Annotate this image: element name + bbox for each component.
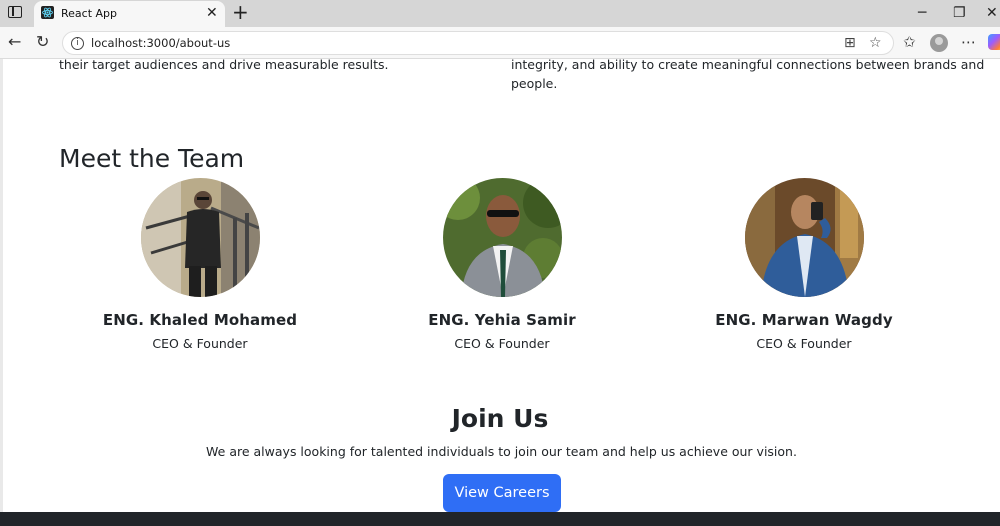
close-window-icon[interactable]: ✕ xyxy=(986,3,998,23)
close-tab-icon[interactable]: ✕ xyxy=(206,4,218,22)
copilot-icon[interactable] xyxy=(988,34,1000,50)
tab-actions-icon[interactable] xyxy=(8,6,22,18)
tab-title: React App xyxy=(61,7,118,20)
back-icon[interactable]: ← xyxy=(8,32,21,52)
about-us-page: their target audiences and drive measura… xyxy=(0,59,1000,526)
join-heading: Join Us xyxy=(451,404,549,433)
team-member-card: ENG. Yehia Samir CEO & Founder xyxy=(352,178,652,351)
minimize-icon[interactable]: ─ xyxy=(918,3,926,23)
member-role: CEO & Founder xyxy=(454,336,550,351)
more-icon[interactable]: ⋯ xyxy=(961,32,976,52)
url-text[interactable]: localhost:3000/about-us xyxy=(91,36,230,50)
team-member-card: ENG. Marwan Wagdy CEO & Founder xyxy=(654,178,954,351)
avatar xyxy=(442,178,562,297)
team-heading: Meet the Team xyxy=(59,144,245,173)
team-member-card: ENG. Khaled Mohamed CEO & Founder xyxy=(50,178,350,351)
address-bar[interactable]: i localhost:3000/about-us ⊞ ☆ xyxy=(62,31,894,55)
member-role: CEO & Founder xyxy=(152,336,248,351)
member-role: CEO & Founder xyxy=(756,336,852,351)
footer xyxy=(0,512,1000,526)
intro-paragraph-left: their target audiences and drive measura… xyxy=(59,59,389,72)
intro-paragraph-right-line1: integrity, and ability to create meaning… xyxy=(511,59,985,72)
new-tab-button[interactable]: + xyxy=(232,1,249,23)
intro-paragraph-right-line2: people. xyxy=(511,76,558,91)
favorites-icon[interactable]: ✩ xyxy=(903,32,916,52)
address-toolbar: ← ↻ i localhost:3000/about-us ⊞ ☆ xyxy=(0,27,1000,59)
info-icon[interactable]: i xyxy=(71,37,84,50)
avatar xyxy=(140,178,260,297)
tab-strip: React App ✕ + ─ ❐ ✕ xyxy=(0,0,1000,27)
browser-tab[interactable]: React App ✕ xyxy=(34,1,225,27)
member-name: ENG. Yehia Samir xyxy=(428,311,576,329)
split-screen-icon[interactable]: ⊞ xyxy=(844,35,856,51)
react-favicon-icon xyxy=(41,6,54,19)
star-icon[interactable]: ☆ xyxy=(869,35,882,51)
profile-icon[interactable] xyxy=(930,34,948,52)
view-careers-button[interactable]: View Careers xyxy=(443,474,561,512)
member-name: ENG. Khaled Mohamed xyxy=(102,311,298,329)
join-text: We are always looking for talented indiv… xyxy=(206,444,797,459)
member-name: ENG. Marwan Wagdy xyxy=(715,311,893,329)
restore-icon[interactable]: ❐ xyxy=(953,3,966,23)
avatar xyxy=(744,178,864,297)
reload-icon[interactable]: ↻ xyxy=(36,32,49,52)
